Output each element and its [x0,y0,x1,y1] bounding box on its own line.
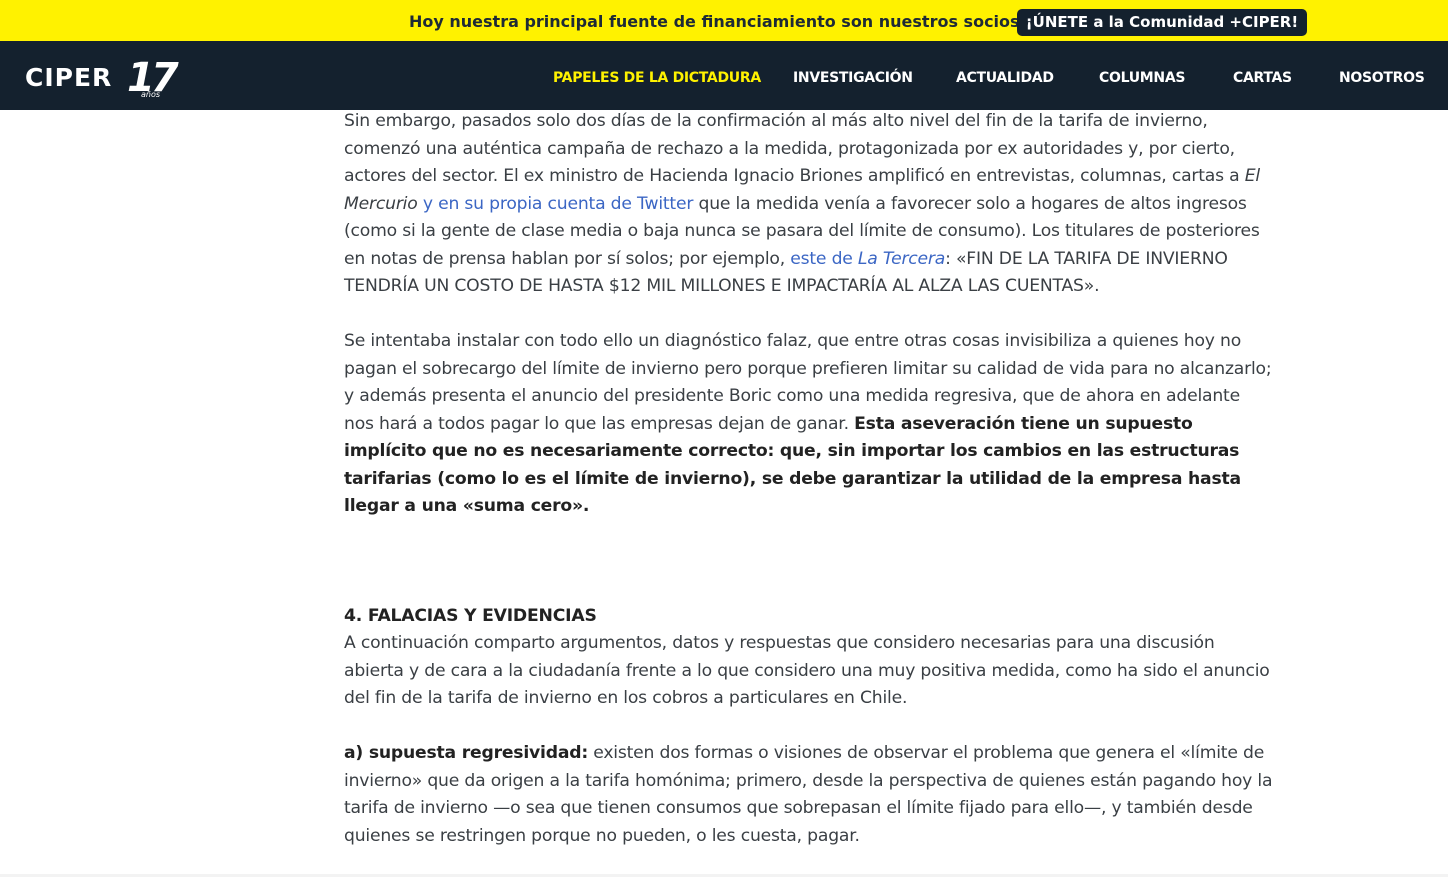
main-nav: CIPER 17 años PAPELES DE LA DICTADURA IN… [0,41,1448,110]
logo-17-anos-icon: 17 años [127,55,183,99]
promo-bar: Hoy nuestra principal fuente de financia… [0,0,1448,41]
nav-item-investigacion[interactable]: INVESTIGACIÓN [793,70,913,86]
paragraph-text: Sin embargo, pasados solo dos días de la… [344,111,1245,186]
join-community-button[interactable]: ¡ÚNETE a la Comunidad +CIPER! [1017,9,1307,36]
nav-item-actualidad[interactable]: ACTUALIDAD [956,70,1054,86]
link-publication-name: La Tercera [857,248,946,269]
article-paragraph: Sin embargo, pasados solo dos días de la… [344,108,1274,301]
logo-wordmark: CIPER [25,63,113,92]
nav-item-cartas[interactable]: CARTAS [1233,70,1292,86]
article-paragraph: A continuación comparto argumentos, dato… [344,633,1270,708]
article-paragraph: a) supuesta regresividad: existen dos fo… [344,740,1274,850]
nav-item-papeles-de-la-dictadura[interactable]: PAPELES DE LA DICTADURA [553,70,761,86]
la-tercera-link[interactable]: este de La Tercera [790,249,945,269]
article-paragraph: Se intentaba instalar con todo ello un d… [344,328,1274,521]
promo-text: Hoy nuestra principal fuente de financia… [409,12,1026,31]
section-heading: 4. FALACIAS Y EVIDENCIAS [344,605,597,626]
article-body: Sin embargo, pasados solo dos días de la… [344,108,1274,850]
nav-item-nosotros[interactable]: NOSOTROS [1339,70,1425,86]
ciper-logo[interactable]: CIPER 17 años [25,55,195,99]
link-text: este de [790,248,858,269]
subsection-label: a) supuesta regresividad: [344,743,588,763]
twitter-link[interactable]: y en su propia cuenta de Twitter [418,194,694,214]
nav-item-columnas[interactable]: COLUMNAS [1099,70,1185,86]
logo-sub: años [141,90,160,99]
